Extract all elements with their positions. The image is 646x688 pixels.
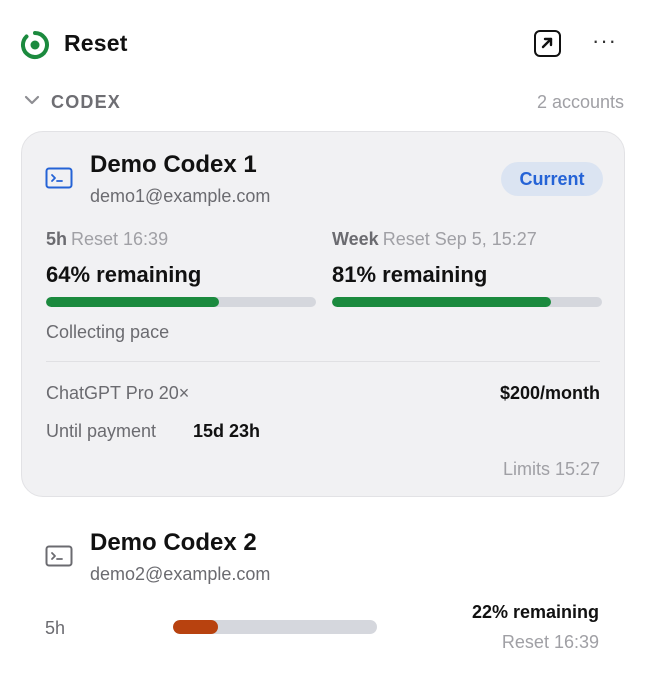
ellipsis-icon[interactable]: ···: [592, 30, 622, 56]
account-email: demo1@example.com: [90, 186, 271, 206]
section-header-codex[interactable]: CODEX 2 accounts: [20, 88, 624, 116]
window-5h-progress-bar: [173, 620, 377, 634]
app-header: Reset ···: [20, 26, 626, 62]
section-title: CODEX: [51, 92, 122, 112]
section-account-count: 2 accounts: [536, 92, 624, 112]
pace-status: Collecting pace: [46, 322, 170, 342]
window-label: Week: [332, 229, 379, 249]
plan-name: ChatGPT Pro 20×: [46, 383, 190, 403]
until-payment-label: Until payment: [46, 421, 157, 441]
account-name: Demo Codex 2: [90, 529, 257, 556]
account-email: demo2@example.com: [90, 564, 271, 584]
window-reset-time: Reset 16:39: [71, 229, 169, 249]
window-week-progress-bar: [332, 297, 602, 307]
divider: [46, 361, 600, 362]
reset-ring-logo: [21, 31, 49, 59]
account-name: Demo Codex 1: [90, 151, 257, 178]
window-5h-header: 5h Reset 16:39: [46, 229, 168, 250]
window-5h-remaining: 22% remaining: [471, 602, 599, 622]
until-payment-value: 15d 23h: [193, 421, 261, 441]
progress-fill: [332, 297, 551, 307]
window-5h-progress-bar: [46, 297, 316, 307]
plan-price: $200/month: [499, 383, 600, 403]
window-reset-time: Reset Sep 5, 15:27: [382, 229, 537, 249]
window-week-remaining: 81% remaining: [332, 262, 488, 287]
account-row-demo-codex-2[interactable]: Demo Codex 2 demo2@example.com 5h 22% re…: [21, 520, 625, 670]
popout-arrow-icon[interactable]: [534, 30, 561, 57]
progress-fill: [173, 620, 218, 634]
chevron-down-icon[interactable]: [22, 90, 42, 110]
terminal-icon: [45, 545, 73, 567]
current-badge: Current: [501, 162, 603, 196]
window-week-header: Week Reset Sep 5, 15:27: [332, 229, 537, 250]
app-title: Reset: [64, 30, 128, 56]
limits-updated-time: Limits 15:27: [502, 459, 600, 479]
window-reset-time: Reset 16:39: [501, 632, 599, 652]
window-label: 5h: [45, 618, 66, 638]
window-5h-remaining: 64% remaining: [46, 262, 202, 287]
window-label: 5h: [46, 229, 68, 249]
terminal-icon: [45, 167, 73, 189]
account-card-current[interactable]: Demo Codex 1 demo1@example.com Current 5…: [21, 131, 625, 497]
progress-fill: [46, 297, 219, 307]
